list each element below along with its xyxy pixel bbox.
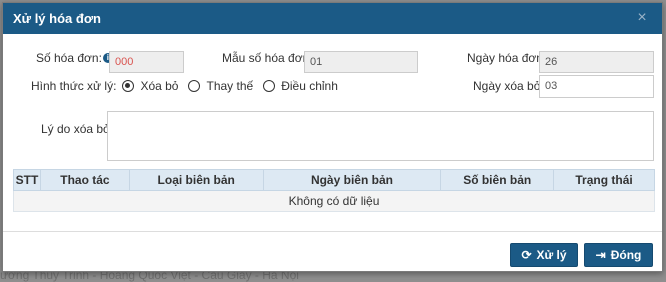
table-header-row: STT Thao tác Loại biên bản Ngày biên bản…: [13, 169, 655, 191]
col-action[interactable]: Thao tác: [39, 169, 130, 191]
radio-replace[interactable]: Thay thế: [188, 79, 253, 93]
dialog-title: Xử lý hóa đơn: [13, 11, 101, 26]
invoice-no-label: Số hóa đơn:: [36, 51, 102, 65]
process-button-label: Xử lý: [536, 248, 567, 262]
refresh-icon: ⟳: [521, 248, 532, 262]
close-button-label: Đóng: [610, 248, 642, 262]
footer-divider: [3, 231, 662, 232]
delete-date-label: Ngày xóa bỏ:: [473, 79, 544, 93]
records-table: STT Thao tác Loại biên bản Ngày biên bản…: [13, 169, 655, 212]
method-label: Hình thức xử lý:: [31, 79, 117, 93]
radio-delete-label: Xóa bỏ: [140, 79, 179, 93]
radio-delete-dot[interactable]: [122, 80, 135, 92]
template-label: Mẫu số hóa đơn:: [222, 51, 313, 65]
reason-label: Lý do xóa bỏ:: [41, 122, 114, 136]
radio-delete[interactable]: Xóa bỏ: [122, 79, 178, 93]
delete-date-field[interactable]: 03: [539, 75, 654, 98]
col-number[interactable]: Số biên bản: [440, 169, 555, 191]
invoice-no-field[interactable]: 000: [109, 51, 184, 73]
empty-row: Không có dữ liệu: [13, 190, 655, 212]
exit-icon: ⇥: [595, 248, 606, 262]
close-button[interactable]: ⇥ Đóng: [584, 243, 653, 267]
radio-replace-dot[interactable]: [188, 80, 201, 92]
col-type[interactable]: Loại biên bản: [128, 169, 264, 191]
dialog-header: Xử lý hóa đơn ×: [3, 3, 662, 34]
col-status[interactable]: Trạng thái: [553, 169, 655, 191]
col-stt[interactable]: STT: [13, 169, 41, 191]
radio-replace-label: Thay thế: [206, 79, 254, 93]
delete-date-row: Ngày xóa bỏ:: [473, 79, 544, 93]
invoice-date-field[interactable]: 26: [539, 51, 654, 73]
radio-adjust[interactable]: Điều chỉnh: [263, 79, 338, 93]
radio-adjust-dot[interactable]: [263, 80, 276, 92]
method-row: Hình thức xử lý: Xóa bỏ Thay thế Điều ch…: [31, 79, 348, 93]
radio-adjust-label: Điều chỉnh: [281, 79, 338, 93]
col-date[interactable]: Ngày biên bản: [262, 169, 442, 191]
process-button[interactable]: ⟳ Xử lý: [510, 243, 578, 267]
reason-row: Lý do xóa bỏ:: [41, 122, 113, 136]
template-field[interactable]: 01: [304, 51, 418, 73]
empty-text: Không có dữ liệu: [13, 190, 655, 212]
reason-textarea[interactable]: [107, 111, 654, 161]
invoice-date-row: Ngày hóa đơn:: [467, 51, 546, 65]
invoice-date-label: Ngày hóa đơn:: [467, 51, 547, 65]
invoice-no-row: Số hóa đơn: i: [36, 51, 113, 65]
template-row: Mẫu số hóa đơn:: [222, 51, 313, 65]
process-invoice-dialog: Xử lý hóa đơn × Số hóa đơn: i 000 Mẫu số…: [2, 2, 663, 272]
close-icon[interactable]: ×: [634, 10, 650, 26]
